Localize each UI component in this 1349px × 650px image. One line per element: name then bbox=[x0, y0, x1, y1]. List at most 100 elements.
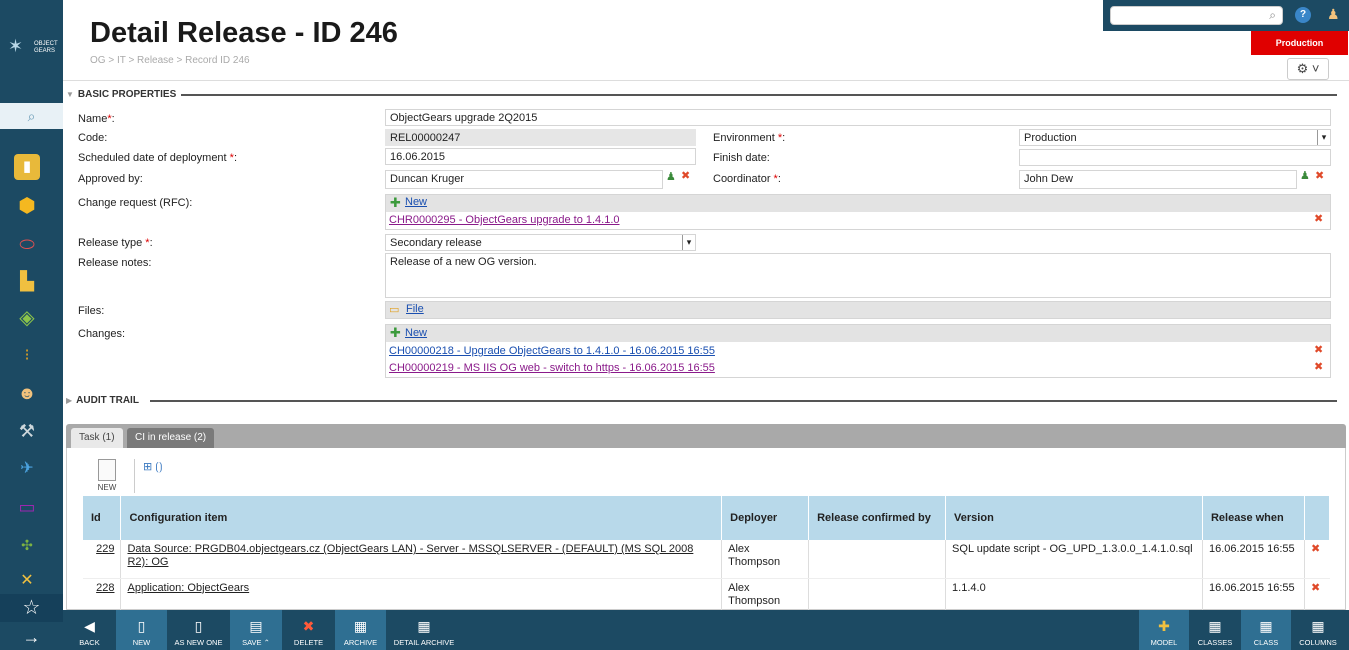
finish-date-field[interactable] bbox=[1019, 149, 1331, 166]
as-new-one-button[interactable]: ▯ AS NEW ONE bbox=[167, 610, 230, 650]
new-document-icon: ▯ bbox=[137, 618, 146, 634]
boxes-icon[interactable]: ▙ bbox=[14, 268, 40, 294]
files-box: ▭ File bbox=[385, 301, 1331, 319]
person-icon[interactable]: ☻ bbox=[14, 380, 40, 406]
change-item-link[interactable]: CH00000218 - Upgrade ObjectGears to 1.4.… bbox=[389, 345, 715, 357]
model-button[interactable]: ✚ MODEL bbox=[1139, 610, 1189, 650]
wrench-icon[interactable]: ✕ bbox=[14, 568, 40, 594]
sidebar-search-icon[interactable]: ⌕ bbox=[0, 103, 63, 129]
change-item-link[interactable]: CH00000219 - MS IIS OG web - switch to h… bbox=[389, 362, 715, 374]
tab-task[interactable]: Task (1) bbox=[71, 428, 123, 448]
remove-icon[interactable]: ✖ bbox=[1314, 343, 1323, 356]
row-id-link[interactable]: 229 bbox=[96, 543, 114, 555]
row-ci-link[interactable]: Data Source: PRGDB04.objectgears.cz (Obj… bbox=[127, 543, 693, 568]
column-header-release-confirmed-by[interactable]: Release confirmed by bbox=[808, 496, 947, 540]
plus-icon[interactable]: ✚ bbox=[390, 195, 401, 211]
app-logo[interactable]: ✶ OBJECT GEARS bbox=[6, 36, 58, 58]
audit-trail-header[interactable]: ▶ AUDIT TRAIL bbox=[66, 395, 139, 406]
remove-icon[interactable]: ✖ bbox=[1314, 212, 1323, 225]
section-divider bbox=[150, 400, 1337, 402]
user-icon[interactable]: ♟ bbox=[1327, 6, 1340, 23]
clear-icon[interactable]: ✖ bbox=[1315, 169, 1324, 182]
tab-ci-in-release[interactable]: CI in release (2) bbox=[127, 428, 215, 448]
expand-triangle-icon: ▶ bbox=[66, 396, 73, 405]
clear-icon[interactable]: ✖ bbox=[681, 169, 690, 182]
cube-icon[interactable]: ◈ bbox=[14, 305, 40, 331]
coordinator-field[interactable]: John Dew bbox=[1019, 170, 1297, 189]
changes-new-link[interactable]: New bbox=[405, 327, 427, 339]
traffic-light-icon[interactable]: ⁝ bbox=[14, 343, 40, 369]
column-header-deployer[interactable]: Deployer bbox=[721, 496, 810, 540]
global-search-input[interactable]: ⌕ bbox=[1110, 6, 1283, 25]
monitor-icon[interactable]: ▭ bbox=[14, 494, 40, 520]
code-label: Code: bbox=[78, 132, 108, 144]
column-header-release-when[interactable]: Release when bbox=[1202, 496, 1305, 540]
code-field: REL00000247 bbox=[385, 129, 696, 146]
row-ci-link[interactable]: Application: ObjectGears bbox=[127, 582, 249, 594]
settings-gear-button[interactable]: ⚙ ˅ bbox=[1287, 58, 1329, 80]
delete-button[interactable]: ✖ DELETE bbox=[282, 610, 335, 650]
model-puzzle-icon: ✚ bbox=[1158, 618, 1170, 634]
folder-icon[interactable]: ▮ bbox=[14, 154, 40, 180]
new-button[interactable]: ▯ NEW bbox=[116, 610, 167, 650]
environment-select[interactable]: Production ▾ bbox=[1019, 129, 1331, 146]
save-icon: ▤ bbox=[249, 618, 263, 634]
release-notes-label: Release notes: bbox=[78, 257, 152, 269]
release-type-select[interactable]: Secondary release ▾ bbox=[385, 234, 696, 251]
rfc-box: ✚ New CHR0000295 - ObjectGears upgrade t… bbox=[385, 194, 1331, 230]
back-button[interactable]: ◀ BACK bbox=[63, 610, 116, 650]
chevron-down-icon: ▾ bbox=[1317, 130, 1330, 145]
scheduled-date-field[interactable]: 16.06.2015 bbox=[385, 148, 696, 165]
row-id-link[interactable]: 228 bbox=[96, 582, 114, 594]
folder-icon: ▭ bbox=[389, 304, 400, 316]
archive-button[interactable]: ▦ ARCHIVE bbox=[335, 610, 386, 650]
classes-button[interactable]: ▦ CLASSES bbox=[1189, 610, 1241, 650]
rfc-item-link[interactable]: CHR0000295 - ObjectGears upgrade to 1.4.… bbox=[389, 214, 620, 226]
environment-label: Environment *: bbox=[713, 132, 786, 144]
row-confirmed-by bbox=[808, 540, 947, 579]
save-button[interactable]: ▤ SAVE ⌃ bbox=[230, 610, 282, 650]
basic-properties-header[interactable]: ▼ BASIC PROPERTIES bbox=[66, 89, 176, 100]
top-bar: ⌕ ? ♟ bbox=[1103, 0, 1349, 31]
tools-icon[interactable]: ⚒ bbox=[14, 418, 40, 444]
remove-icon[interactable]: ✖ bbox=[1314, 360, 1323, 373]
new-record-button[interactable]: NEW bbox=[96, 459, 118, 495]
table-row[interactable]: 228 Application: ObjectGears Alex Thomps… bbox=[83, 578, 1330, 612]
approved-by-label: Approved by: bbox=[78, 173, 143, 185]
release-notes-field[interactable]: Release of a new OG version. bbox=[385, 253, 1331, 298]
breadcrumb[interactable]: OG > IT > Release > Record ID 246 bbox=[90, 55, 250, 66]
satellite-icon[interactable]: ✈ bbox=[14, 456, 40, 482]
star-icon[interactable]: ☆ bbox=[0, 594, 63, 622]
badge-icon[interactable]: ⬢ bbox=[14, 193, 40, 219]
row-release-when: 16.06.2015 16:55 bbox=[1202, 540, 1305, 579]
table-row[interactable]: 229 Data Source: PRGDB04.objectgears.cz … bbox=[83, 540, 1330, 579]
rfc-new-link[interactable]: New bbox=[405, 196, 427, 208]
column-header-id[interactable]: Id bbox=[83, 496, 122, 540]
column-header-configuration-item[interactable]: Configuration item bbox=[120, 496, 723, 540]
file-link[interactable]: File bbox=[406, 303, 424, 315]
select-person-icon[interactable]: ♟ bbox=[666, 170, 676, 183]
archive-icon: ▦ bbox=[353, 618, 368, 634]
class-button[interactable]: ▦ CLASS bbox=[1241, 610, 1291, 650]
row-deployer: Alex Thompson bbox=[721, 540, 810, 579]
delete-icon: ✖ bbox=[302, 618, 315, 634]
select-person-icon[interactable]: ♟ bbox=[1300, 169, 1310, 182]
delete-row-icon[interactable]: ✖ bbox=[1311, 543, 1320, 555]
approved-by-field[interactable]: Duncan Kruger bbox=[385, 170, 663, 189]
delete-row-icon[interactable]: ✖ bbox=[1311, 582, 1320, 594]
plus-icon[interactable]: ✚ bbox=[390, 325, 401, 341]
network-icon[interactable]: ✣ bbox=[14, 532, 40, 558]
changes-label: Changes: bbox=[78, 328, 126, 340]
coordinator-label: Coordinator *: bbox=[713, 173, 781, 185]
name-field[interactable]: ObjectGears upgrade 2Q2015 bbox=[385, 109, 1331, 126]
column-header-version[interactable]: Version bbox=[945, 496, 1203, 540]
expand-all-icon[interactable]: ⊞ ⟮⟯ bbox=[143, 460, 163, 474]
detail-archive-button[interactable]: ▦ DETAIL ARCHIVE bbox=[386, 610, 462, 650]
help-icon[interactable]: ? bbox=[1295, 7, 1311, 23]
ci-grid: Id Configuration item Deployer Release c… bbox=[83, 496, 1331, 612]
files-label: Files: bbox=[78, 305, 105, 317]
arrow-right-icon[interactable]: → bbox=[0, 624, 63, 650]
columns-button[interactable]: ▦ COLUMNS bbox=[1291, 610, 1345, 650]
tag-icon[interactable]: ⬭ bbox=[14, 231, 40, 257]
toolbar-divider bbox=[134, 459, 135, 493]
